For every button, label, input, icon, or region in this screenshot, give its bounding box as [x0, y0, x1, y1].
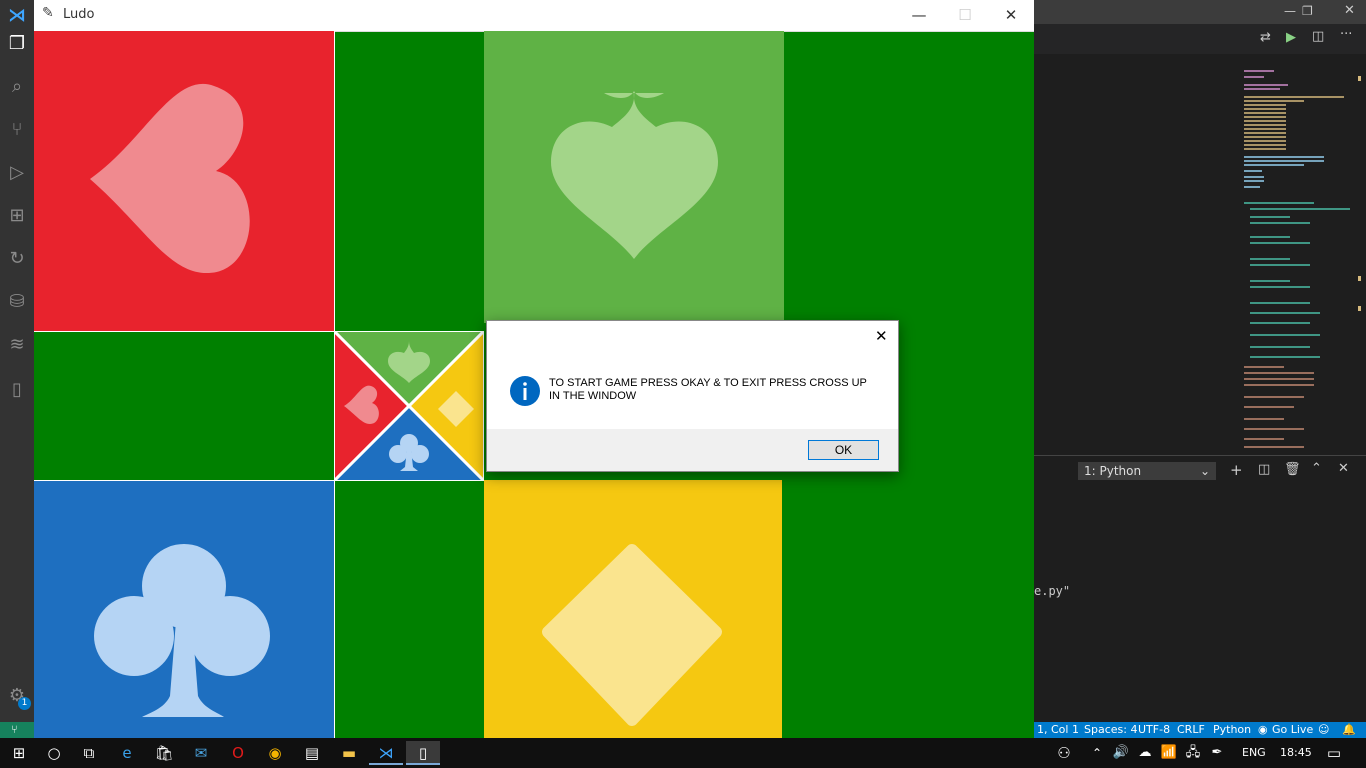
- dialog-footer: OK: [487, 429, 898, 471]
- yellow-home[interactable]: [484, 480, 782, 738]
- device-icon[interactable]: ▯: [5, 378, 29, 402]
- pen-icon[interactable]: ✒: [1206, 741, 1228, 765]
- opera-icon[interactable]: O: [221, 741, 255, 765]
- explorer-icon[interactable]: ❐: [5, 32, 29, 56]
- ludo-titlebar: ✎ Ludo — ☐ ✕: [34, 0, 1034, 32]
- network-icon[interactable]: 🖧: [1182, 741, 1204, 765]
- people-icon[interactable]: ⚇: [1052, 741, 1076, 765]
- chevron-up-icon[interactable]: ⌃: [1087, 741, 1107, 765]
- terminal-select-value: 1: Python: [1084, 464, 1142, 478]
- windows-taskbar: ⊞ ○ ⧉ e 🛍 ✉ O ◉ ▤ ▬ ⋊ ▯ ⚇ ⌃ 🔊 ☁ 📶 🖧 ✒ EN…: [0, 738, 1366, 768]
- status-language[interactable]: Python: [1213, 723, 1251, 736]
- ok-button[interactable]: OK: [808, 440, 879, 460]
- search-icon[interactable]: ⌕: [5, 75, 29, 99]
- dialog-close-button[interactable]: ✕: [875, 327, 888, 345]
- terminal-select[interactable]: 1: Python ⌄: [1078, 462, 1216, 480]
- chevron-down-icon: ⌄: [1199, 464, 1210, 478]
- dialog-body: ✕ TO START GAME PRESS OKAY & TO EXIT PRE…: [487, 321, 898, 429]
- news-icon[interactable]: ▤: [295, 741, 329, 765]
- clock[interactable]: 18:45: [1280, 746, 1312, 759]
- feedback-icon[interactable]: ☺: [1318, 723, 1329, 736]
- start-icon[interactable]: ⊞: [2, 741, 36, 765]
- split-editor-icon[interactable]: ◫: [1312, 29, 1324, 44]
- remote-indicator[interactable]: ⑂: [0, 722, 34, 738]
- center-home: [334, 331, 484, 481]
- source-control-icon[interactable]: ⑂: [5, 118, 29, 142]
- feather-icon: ✎: [42, 5, 54, 21]
- vscode-close-button[interactable]: ✕: [1344, 3, 1355, 18]
- more-actions-icon[interactable]: ···: [1340, 27, 1352, 42]
- new-terminal-icon[interactable]: +: [1230, 461, 1243, 479]
- minimize-button[interactable]: —: [896, 0, 942, 30]
- store-icon[interactable]: 🛍: [147, 741, 181, 765]
- maximize-button[interactable]: ☐: [942, 0, 988, 30]
- task-view-icon[interactable]: ⧉: [72, 741, 106, 765]
- language-indicator[interactable]: ENG: [1242, 746, 1266, 759]
- blue-home[interactable]: [34, 480, 335, 738]
- vscode-activity-bar: ⋊ ❐ ⌕ ⑂ ▷ ⊞ ↻ ⛁ ≋ ▯ ⚙ 1: [0, 0, 34, 738]
- info-icon: [510, 376, 540, 406]
- status-indentation[interactable]: Spaces: 4: [1084, 723, 1137, 736]
- vscode-taskbar-icon[interactable]: ⋊: [369, 741, 403, 765]
- message-dialog: ✕ TO START GAME PRESS OKAY & TO EXIT PRE…: [486, 320, 899, 472]
- status-encoding[interactable]: UTF-8: [1138, 723, 1170, 736]
- run-debug-icon[interactable]: ▷: [5, 161, 29, 185]
- close-panel-icon[interactable]: ✕: [1338, 461, 1349, 476]
- minimap[interactable]: [1240, 66, 1362, 456]
- status-eol[interactable]: CRLF: [1177, 723, 1205, 736]
- volume-icon[interactable]: 🔊: [1110, 741, 1132, 765]
- vscode-restore-button[interactable]: ❐: [1302, 4, 1313, 18]
- red-home[interactable]: [34, 31, 335, 332]
- terminal-line: e.py": [1034, 584, 1071, 598]
- go-live-icon: ◉: [1258, 723, 1268, 736]
- red-home-canvas: [34, 31, 334, 331]
- edge-icon[interactable]: e: [110, 741, 144, 765]
- extensions-icon[interactable]: ⊞: [5, 204, 29, 228]
- trash-icon[interactable]: 🗑: [1284, 462, 1301, 477]
- status-go-live[interactable]: Go Live: [1272, 723, 1313, 736]
- run-icon[interactable]: ▶: [1286, 30, 1296, 45]
- bell-icon[interactable]: 🔔: [1342, 723, 1356, 736]
- mail-icon[interactable]: ✉: [184, 741, 218, 765]
- notification-badge: 1: [18, 697, 31, 710]
- green-home-canvas: [484, 31, 784, 323]
- live-share-icon[interactable]: ↻: [5, 247, 29, 271]
- chrome-icon[interactable]: ◉: [258, 741, 292, 765]
- close-button[interactable]: ✕: [988, 0, 1034, 30]
- cloud-icon[interactable]: ☁: [1134, 741, 1156, 765]
- vscode-titlebar: — ❐ ✕: [1034, 0, 1366, 24]
- split-terminal-icon[interactable]: ◫: [1258, 462, 1270, 477]
- green-home[interactable]: [484, 31, 784, 323]
- database-icon[interactable]: ⛁: [5, 290, 29, 314]
- dialog-message: TO START GAME PRESS OKAY & TO EXIT PRESS…: [549, 377, 867, 402]
- vscode-logo-icon: ⋊: [8, 5, 26, 26]
- yellow-home-canvas: [484, 480, 782, 738]
- center-canvas: [334, 331, 484, 481]
- file-explorer-icon[interactable]: ▬: [332, 741, 366, 765]
- status-cursor-position[interactable]: 1, Col 1: [1037, 723, 1079, 736]
- cortana-search-icon[interactable]: ○: [37, 741, 71, 765]
- wifi-icon[interactable]: 📶: [1158, 741, 1180, 765]
- stack-icon[interactable]: ≋: [5, 333, 29, 357]
- maximize-panel-icon[interactable]: ⌃: [1311, 461, 1322, 476]
- blue-home-canvas: [34, 481, 334, 738]
- compare-icon[interactable]: ⇄: [1260, 30, 1271, 45]
- window-title: Ludo: [63, 7, 95, 22]
- terminal[interactable]: e.py": [1034, 486, 1366, 722]
- ludo-taskbar-icon[interactable]: ▯: [406, 741, 440, 765]
- action-center-icon[interactable]: ▭: [1322, 741, 1346, 765]
- vscode-editor-actions: ⇄ ▶ ◫ ···: [1034, 24, 1366, 54]
- vscode-minimize-button[interactable]: —: [1284, 4, 1296, 18]
- terminal-panel-header: 1: Python ⌄ + ◫ 🗑 ⌃ ✕: [1034, 455, 1366, 486]
- branch-icon: ⑂: [11, 723, 18, 736]
